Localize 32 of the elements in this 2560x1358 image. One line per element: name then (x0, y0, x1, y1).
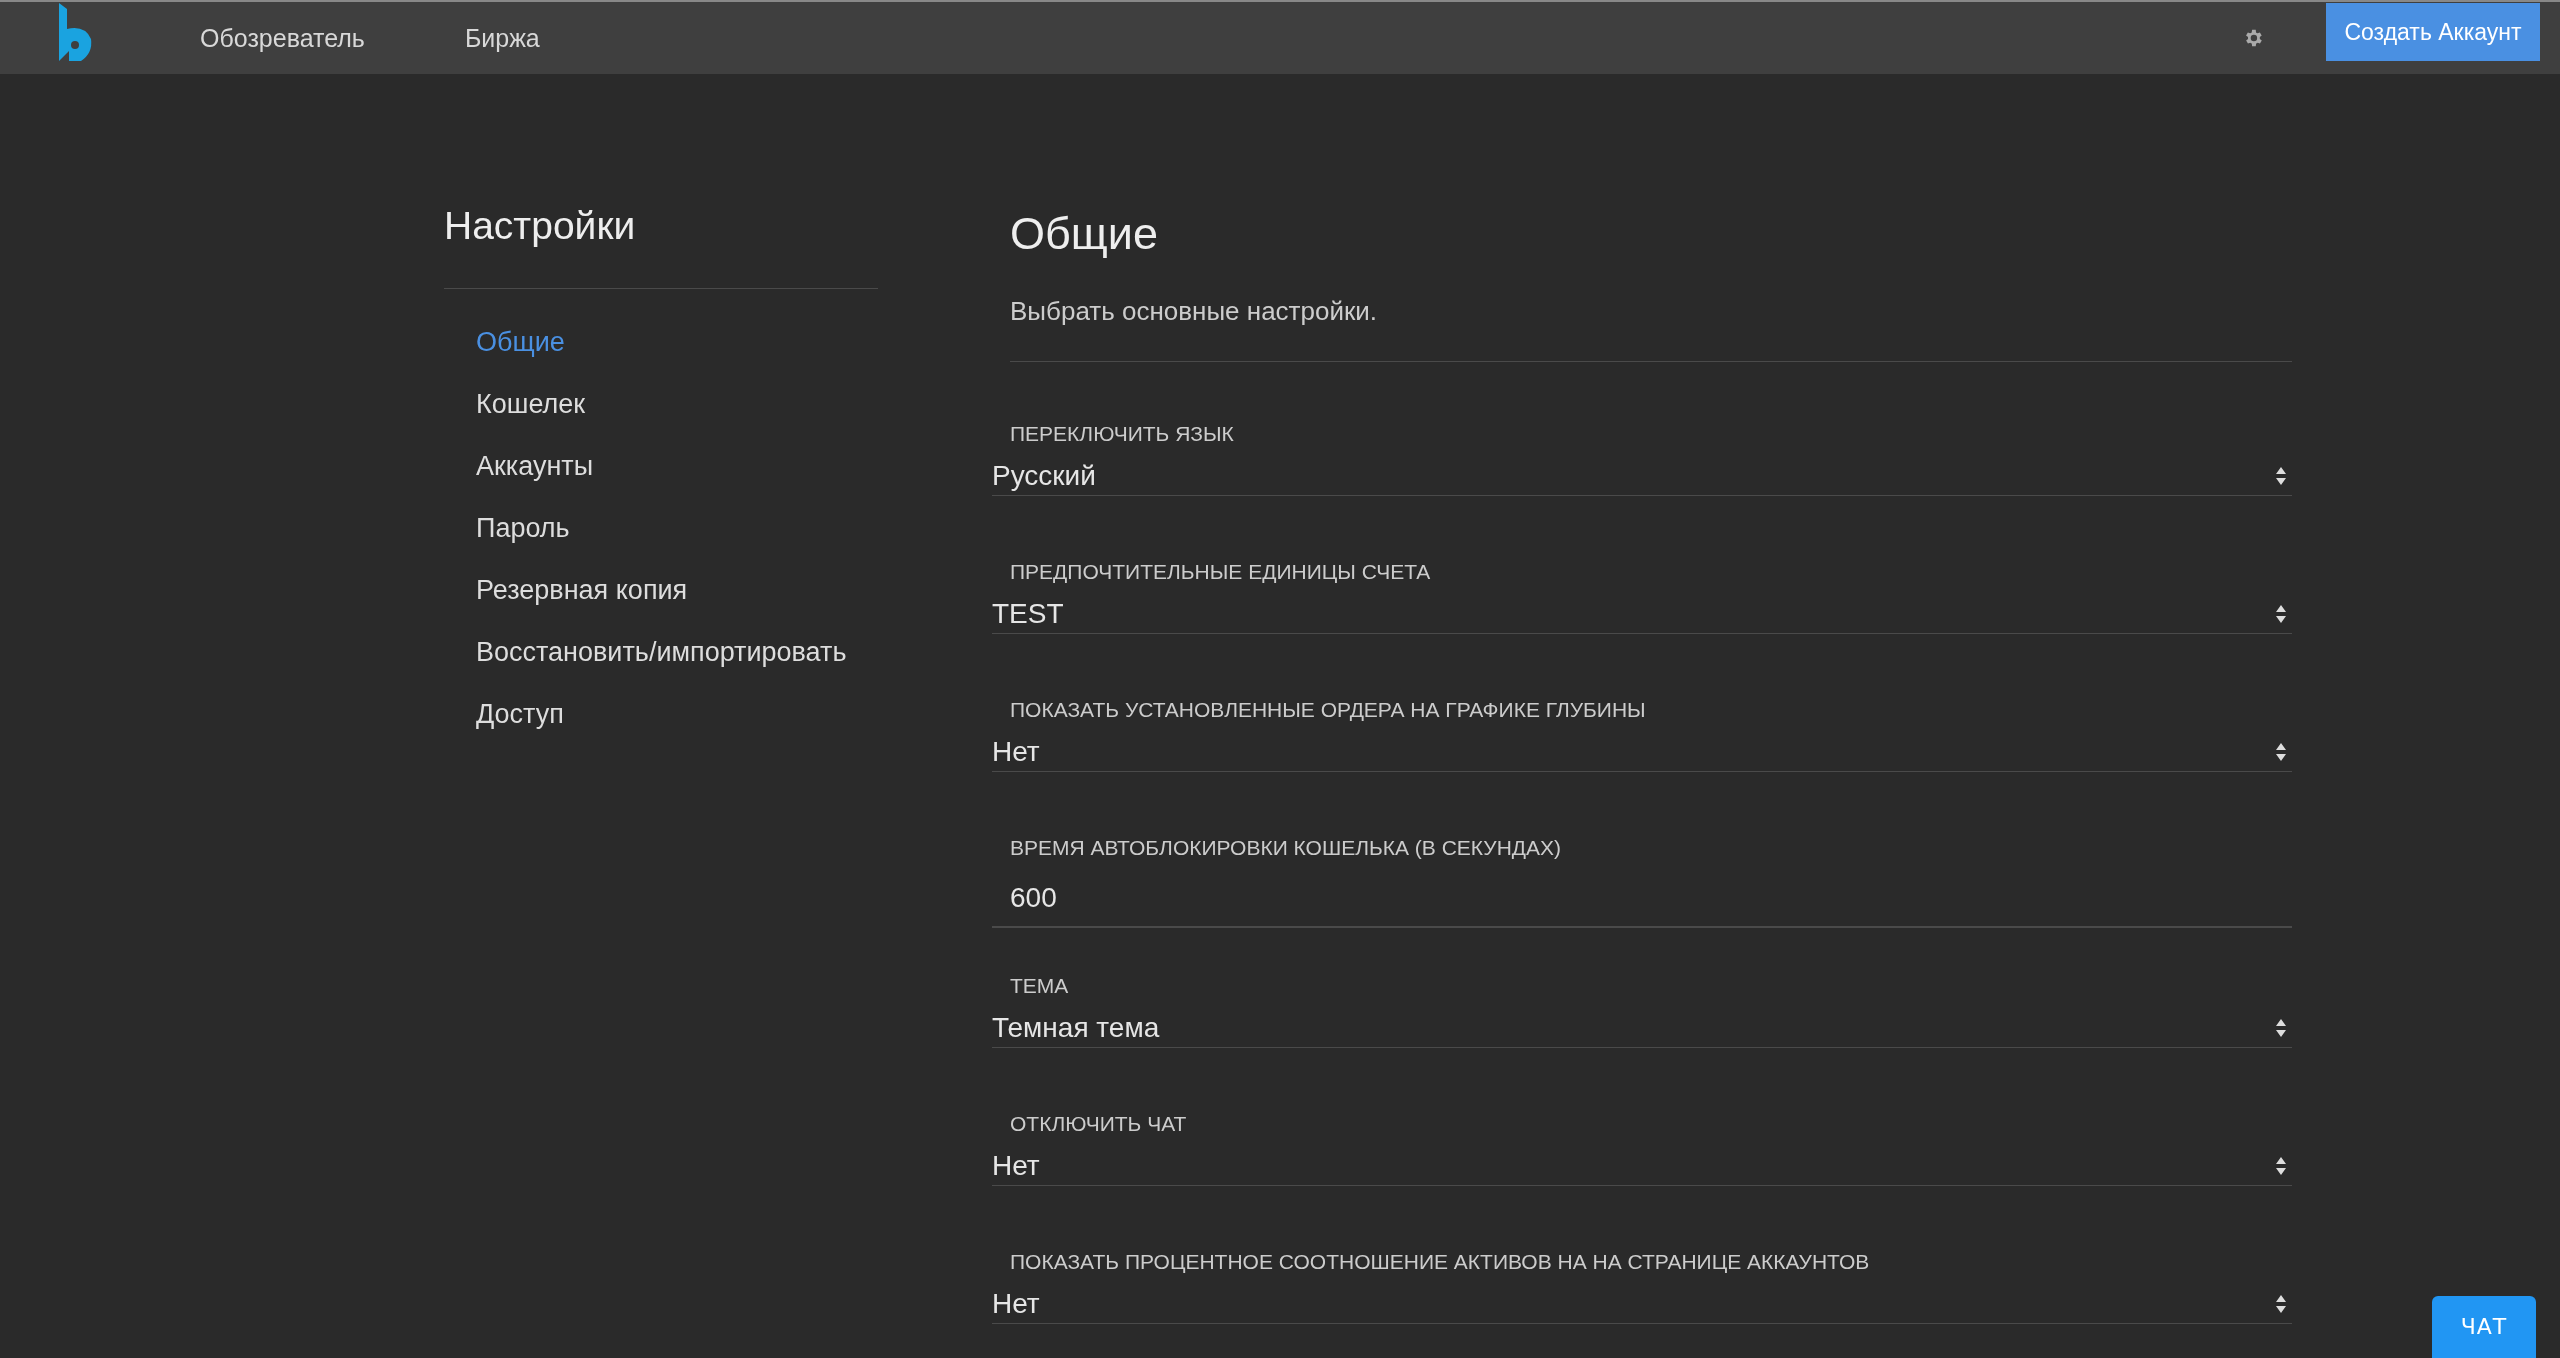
sidebar-item[interactable]: Восстановить/импортировать (476, 621, 878, 683)
field-label: ПОКАЗАТЬ УСТАНОВЛЕННЫЕ ОРДЕРА НА ГРАФИКЕ ГЛУБИНЫ (1010, 698, 1647, 723)
field-label: ВРЕМЯ АВТОБЛОКИРОВКИ КОШЕЛЬКА (В СЕКУНДАХ) (1010, 836, 1563, 861)
sort-arrows-icon (2276, 1018, 2286, 1037)
dropdown-field[interactable]: Нет (992, 1284, 2292, 1324)
sort-arrows-icon (2276, 466, 2286, 485)
sidebar-item[interactable]: Резервная копия (476, 559, 878, 621)
sidebar-item[interactable]: Аккаунты (476, 435, 878, 497)
field-label: ПЕРЕКЛЮЧИТЬ ЯЗЫК (1010, 422, 1235, 447)
sort-arrows-icon (2276, 604, 2286, 623)
nav-link[interactable]: Обозреватель (200, 23, 365, 53)
dropdown-field[interactable]: TEST (992, 594, 2292, 634)
field-label: ОТКЛЮЧИТЬ ЧАТ (1010, 1112, 1188, 1137)
dropdown-field[interactable]: Русский (992, 456, 2292, 496)
sort-arrows-icon (2276, 1294, 2286, 1313)
sort-arrows-icon (2276, 742, 2286, 761)
nav-link[interactable]: Биржа (464, 23, 540, 53)
page-subtitle: Выбрать основные настройки. (1010, 296, 1379, 327)
field-label: ТЕМА (1010, 974, 1070, 999)
input-field[interactable]: 600 (992, 870, 2292, 928)
dropdown-field[interactable]: Нет (992, 732, 2292, 772)
dropdown-field[interactable]: Нет (992, 1146, 2292, 1186)
sidebar-title: Настройки (444, 204, 637, 248)
sort-arrows-icon (2276, 1156, 2286, 1175)
dropdown-field[interactable]: Темная тема (992, 1008, 2292, 1048)
field-label: ПРЕДПОЧТИТЕЛЬНЫЕ ЕДИНИЦЫ СЧЕТА (1010, 560, 1432, 585)
sidebar-item[interactable]: Кошелек (476, 373, 878, 435)
sidebar-item[interactable]: Доступ (476, 683, 878, 745)
page-title: Общие (1010, 208, 1159, 260)
field-label: ПОКАЗАТЬ ПРОЦЕНТНОЕ СООТНОШЕНИЕ АКТИВОВ НА НА СТРАНИЦЕ АККАУНТОВ (1010, 1250, 1871, 1275)
sidebar-item[interactable]: Общие (476, 311, 878, 373)
sidebar-item[interactable]: Пароль (476, 497, 878, 559)
